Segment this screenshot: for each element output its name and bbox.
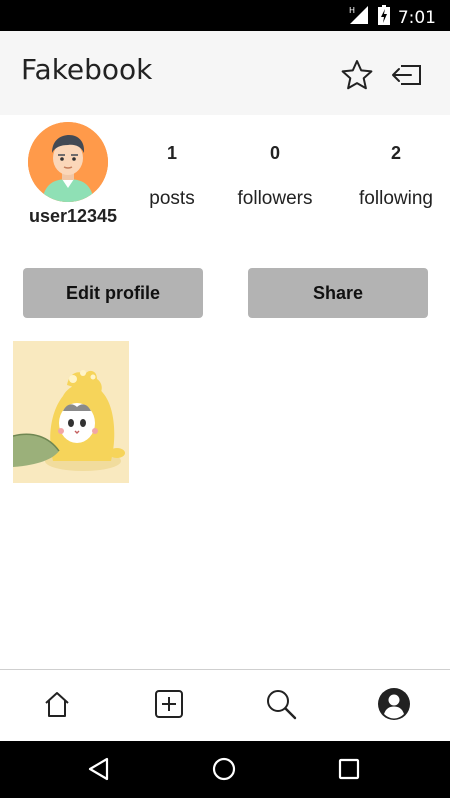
stat-followers[interactable]: 0 followers — [220, 138, 330, 210]
stat-posts[interactable]: 1 posts — [117, 138, 227, 210]
status-time: 7:01 — [397, 7, 436, 28]
followers-count: 0 — [269, 143, 280, 163]
share-button[interactable]: Share — [248, 268, 428, 318]
home-icon[interactable] — [39, 686, 75, 722]
home-circle-icon[interactable] — [210, 755, 238, 783]
status-icons: H 7:01 — [348, 5, 436, 30]
back-icon[interactable] — [85, 755, 113, 783]
bottom-navigation — [0, 669, 450, 741]
following-label: following — [359, 188, 433, 209]
followers-label: followers — [237, 188, 313, 209]
system-navigation — [0, 741, 450, 798]
cat-in-dinosaur-costume — [13, 341, 129, 483]
posts-count: 1 — [166, 143, 177, 163]
profile-icon[interactable] — [376, 686, 412, 722]
following-count: 2 — [390, 143, 401, 163]
app-bar: Fakebook — [0, 31, 450, 115]
search-icon[interactable] — [263, 686, 299, 722]
app-title: Fakebook — [21, 53, 153, 86]
post-thumbnail[interactable] — [13, 341, 129, 483]
battery-charging-icon — [377, 5, 390, 30]
man-avatar-icon — [28, 122, 108, 202]
svg-text:H: H — [349, 6, 355, 15]
edit-profile-button[interactable]: Edit profile — [23, 268, 203, 318]
recents-icon[interactable] — [335, 755, 363, 783]
add-post-icon[interactable] — [151, 686, 187, 722]
signal-icon: H — [348, 5, 370, 30]
status-bar: H 7:01 — [0, 0, 450, 31]
avatar — [28, 122, 108, 202]
posts-label: posts — [149, 188, 195, 209]
logout-icon[interactable] — [389, 58, 423, 92]
stat-following[interactable]: 2 following — [341, 138, 450, 210]
star-icon[interactable] — [340, 58, 374, 92]
